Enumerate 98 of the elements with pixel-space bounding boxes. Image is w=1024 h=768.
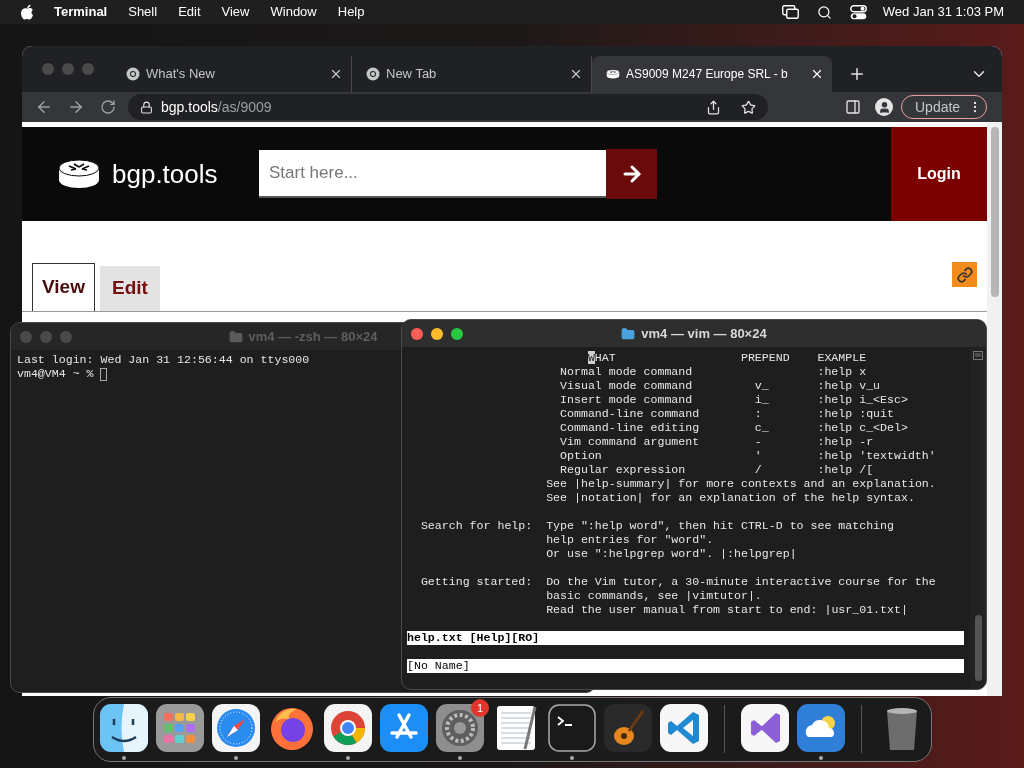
help-text: Command-line editing bbox=[560, 421, 700, 435]
new-tab-icon[interactable] bbox=[848, 65, 866, 83]
share-icon[interactable] bbox=[706, 99, 721, 115]
folder-icon bbox=[621, 326, 636, 341]
help-text: Command-line command bbox=[560, 407, 700, 421]
url-text: bgp.tools/as/9009 bbox=[161, 97, 272, 117]
close-icon[interactable] bbox=[569, 67, 583, 81]
grid-icon[interactable] bbox=[155, 703, 205, 753]
terminal-icon[interactable] bbox=[547, 703, 597, 753]
scrollbar-thumb[interactable] bbox=[974, 615, 982, 681]
search-field[interactable]: Start here... bbox=[259, 150, 606, 198]
menu-item[interactable]: Edit bbox=[178, 2, 201, 22]
help-text: help entries for "word". bbox=[546, 533, 714, 547]
help-text: :help :quit bbox=[817, 407, 894, 421]
help-text: Type ":help word", then hit CTRL-D to see matching bbox=[546, 519, 894, 533]
help-text: Read the user manual from start to end: |usr_01.txt| bbox=[546, 603, 908, 617]
close-button[interactable] bbox=[411, 327, 423, 340]
help-text: :help 'textwidth' bbox=[817, 449, 936, 463]
close-icon[interactable] bbox=[329, 67, 343, 81]
person-icon bbox=[877, 100, 891, 114]
help-text: See |notation| for an explanation of the help syntax. bbox=[546, 491, 915, 505]
help-text: : bbox=[754, 407, 762, 421]
help-text: / bbox=[754, 463, 762, 477]
address-bar[interactable]: bgp.tools/as/9009 bbox=[128, 94, 768, 120]
router-logo-icon bbox=[57, 158, 101, 190]
code-editor-icon[interactable] bbox=[659, 703, 709, 753]
folder-icon bbox=[228, 329, 243, 344]
shell-prompt: vm4@VM4 ~ % bbox=[17, 367, 94, 381]
toggles-icon[interactable] bbox=[849, 4, 867, 20]
help-label: Search for help: bbox=[420, 519, 533, 533]
help-text: See |help-summary| for more contexts and an explanation. bbox=[546, 477, 936, 491]
login-button[interactable]: Login bbox=[891, 127, 987, 221]
overlapping-squares-icon[interactable] bbox=[781, 5, 799, 19]
menu-item[interactable]: View bbox=[221, 2, 250, 22]
window-title: vm4 — vim — 80×24 bbox=[641, 324, 767, 343]
lock-icon bbox=[140, 100, 153, 114]
profile-icon[interactable] bbox=[875, 98, 893, 116]
menu-bar-clock[interactable]: Wed Jan 31 1:03 PM bbox=[882, 2, 1004, 22]
help-text: i_ bbox=[754, 393, 769, 407]
terminal-line: Last login: Wed Jan 31 12:56:44 on ttys000 bbox=[17, 353, 310, 367]
notification-badge: 1 bbox=[471, 699, 489, 717]
window-title: vm4 — -zsh — 80×24 bbox=[248, 327, 378, 346]
search-icon[interactable] bbox=[816, 4, 832, 20]
column-header: PREPEND bbox=[740, 351, 791, 365]
help-text: Or use ":helpgrep word". |:helpgrep| bbox=[546, 547, 797, 561]
help-text: Normal mode command bbox=[560, 365, 693, 379]
link-icon bbox=[956, 266, 973, 283]
help-text: :help /[ bbox=[817, 463, 874, 477]
help-text: Do the Vim tutor, a 30-minute interactive course for the bbox=[546, 575, 936, 589]
reload-icon[interactable] bbox=[100, 99, 116, 115]
help-text: Vim command argument bbox=[560, 435, 700, 449]
page-tab[interactable]: Edit bbox=[100, 266, 160, 311]
router-icon bbox=[606, 69, 620, 79]
page-tab[interactable]: View bbox=[32, 263, 95, 311]
help-text: :help x bbox=[817, 365, 867, 379]
apple-logo-icon[interactable] bbox=[20, 4, 34, 20]
menu-item[interactable]: Shell bbox=[128, 2, 158, 22]
text-cursor bbox=[100, 367, 108, 381]
app-store-icon[interactable] bbox=[379, 703, 429, 753]
star-icon[interactable] bbox=[741, 99, 756, 115]
help-text: basic commands, see |vimtutor|. bbox=[546, 589, 762, 603]
help-text: ' bbox=[754, 449, 762, 463]
chrome-logo-icon bbox=[126, 67, 140, 81]
help-text: :help -r bbox=[817, 435, 874, 449]
help-label: Getting started: bbox=[420, 575, 533, 589]
help-text: :help i_<Esc> bbox=[817, 393, 908, 407]
forward-icon[interactable] bbox=[67, 98, 85, 116]
zoom-button[interactable] bbox=[451, 327, 463, 340]
guitar-icon[interactable] bbox=[603, 703, 653, 753]
menu-item[interactable]: Window bbox=[270, 2, 317, 22]
help-text: Option bbox=[560, 449, 602, 463]
help-text: :help v_u bbox=[817, 379, 881, 393]
column-header: EXAMPLE bbox=[817, 351, 867, 365]
help-text: - bbox=[754, 435, 762, 449]
cloud-icon[interactable] bbox=[796, 703, 846, 753]
browser-tab[interactable]: AS9009 M247 Europe SRL - b bbox=[592, 56, 832, 92]
help-text: c_ bbox=[754, 421, 769, 435]
help-text: :help c_<Del> bbox=[817, 421, 908, 435]
menu-item[interactable]: Terminal bbox=[54, 2, 108, 22]
gear-icon[interactable] bbox=[435, 703, 485, 753]
help-text: v_ bbox=[754, 379, 769, 393]
menu-item[interactable]: Help bbox=[337, 2, 365, 22]
close-icon[interactable] bbox=[810, 67, 824, 81]
back-icon[interactable] bbox=[35, 98, 53, 116]
face-icon[interactable] bbox=[99, 703, 149, 753]
site-logo-text[interactable]: bgp.tools bbox=[112, 154, 218, 194]
chrome-logo-icon[interactable] bbox=[323, 703, 373, 753]
help-text: Visual mode command bbox=[560, 379, 693, 393]
chrome-logo-icon bbox=[366, 67, 380, 81]
link-button[interactable] bbox=[952, 262, 977, 287]
list-icon bbox=[973, 351, 983, 360]
compass-icon[interactable] bbox=[211, 703, 261, 753]
side-panel-icon[interactable] bbox=[845, 99, 861, 115]
help-text: Regular expression bbox=[560, 463, 686, 477]
scrollbar-thumb[interactable] bbox=[990, 127, 999, 297]
help-text: Insert mode command bbox=[560, 393, 693, 407]
search-submit-button[interactable] bbox=[606, 149, 657, 199]
minimize-button[interactable] bbox=[431, 327, 443, 340]
